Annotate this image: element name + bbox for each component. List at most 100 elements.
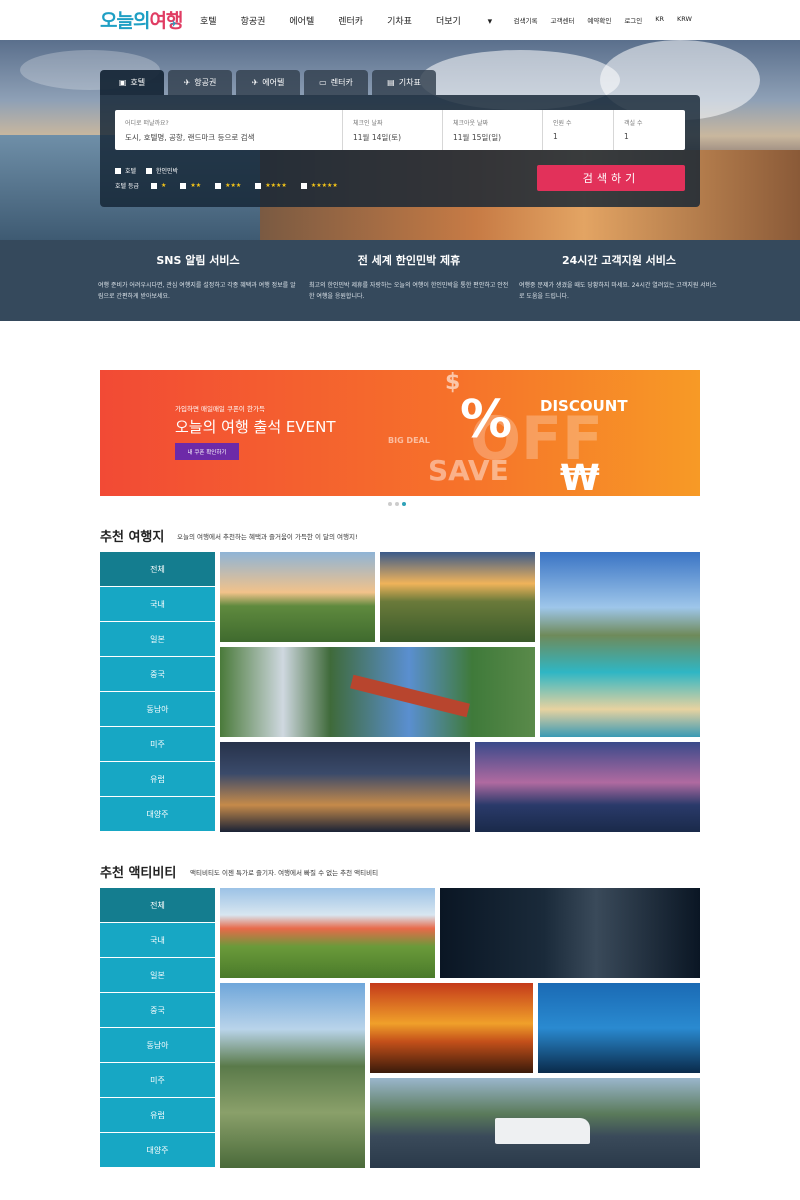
checkout-field[interactable]: 체크아웃 날짜 11월 15일(일) [443,110,543,150]
grade-row: 호텔 등급 ★ ★★ ★★★ ★★★★ ★★★★★ [115,181,352,190]
tab-hotel[interactable]: ▣ 호텔 [100,70,164,95]
activity-photo[interactable] [370,983,533,1073]
service-desc: 여행중 문제가 생겼을 때도 당황하지 마세요. 24시간 열려있는 고객지원 … [519,282,717,300]
checkbox[interactable] [255,182,262,189]
field-label: 체크인 날짜 [353,120,383,127]
dollar-icon: $ [445,370,461,395]
category-oceania[interactable]: 대양주 [100,1133,215,1168]
checkbox[interactable] [215,182,222,189]
tab-label: 항공권 [194,78,217,87]
logo-part2: 여행 [149,10,183,32]
checkbox [146,167,152,174]
category-japan[interactable]: 일본 [100,622,215,657]
destination-photo[interactable] [475,742,700,832]
tab-label: 호텔 [130,78,146,87]
destination-photo[interactable] [220,647,535,737]
destination-photo[interactable] [380,552,535,642]
tab-label: 렌터카 [330,78,353,87]
tab-flight[interactable]: ✈ 항공권 [168,70,232,95]
check-label: 호텔 [125,168,137,175]
search-tabs: ▣ 호텔 ✈ 항공권 ✈ 에어텔 ▭ 렌터카 ▤ 기차표 [100,70,440,95]
checkbox[interactable] [180,182,187,189]
category-europe[interactable]: 유럽 [100,1098,215,1133]
star-5: ★★★★★ [310,182,338,189]
category-southeast-asia[interactable]: 동남아 [100,692,215,727]
service-item: 전 세계 한인민박 제휴 최고의 한인민박 제휴를 자랑하는 오늘의 여행이 한… [309,252,509,302]
destination-categories: 전체 국내 일본 중국 동남아 미주 유럽 대양주 [100,552,215,832]
airtel-icon: ✈ [251,78,259,87]
category-all[interactable]: 전체 [100,552,215,587]
nav-rentcar[interactable]: 렌터카 [338,14,363,27]
field-value: 도시, 호텔명, 공항, 랜드마크 등으로 검색 [125,133,255,142]
category-southeast-asia[interactable]: 동남아 [100,1028,215,1063]
nav-train[interactable]: 기차표 [387,14,412,27]
category-domestic[interactable]: 국내 [100,923,215,958]
util-currency[interactable]: KRW [677,15,692,25]
guests-field[interactable]: 인원 수 1 [543,110,614,150]
search-button[interactable]: 검색하기 [537,165,685,191]
util-support[interactable]: 고객센터 [550,15,574,25]
percent-icon: % [460,390,513,450]
destination-photo[interactable] [220,552,375,642]
star-4: ★★★★ [265,182,287,189]
nav-airtel[interactable]: 에어텔 [289,14,314,27]
check-hotel[interactable]: 호텔 [115,166,136,175]
coupon-button[interactable]: 내 쿠폰 확인하기 [175,443,239,460]
category-all[interactable]: 전체 [100,888,215,923]
service-strip: SNS 알림 서비스 여행 준비가 어려우시다면, 관심 여행지를 설정하고 각… [0,240,800,321]
category-oceania[interactable]: 대양주 [100,797,215,832]
event-banner[interactable]: 가입하면 매일매일 쿠폰이 한가득 오늘의 여행 출석 EVENT 내 쿠폰 확… [100,370,700,496]
service-title: SNS 알림 서비스 [156,254,240,267]
destinations-title: 추천 여행지 [100,530,165,545]
checkbox[interactable] [300,182,307,189]
checkin-field[interactable]: 체크인 날짜 11월 14일(토) [343,110,443,150]
util-language[interactable]: KR [655,15,664,25]
utility-menu: 검색기록 고객센터 예약확인 로그인 KR KRW [501,15,692,25]
category-domestic[interactable]: 국내 [100,587,215,622]
activity-photo[interactable] [538,983,700,1073]
category-americas[interactable]: 미주 [100,727,215,762]
nav-hotel[interactable]: 호텔 [200,14,217,27]
activity-photo[interactable] [370,1078,700,1168]
nav-flight[interactable]: 항공권 [241,14,266,27]
category-europe[interactable]: 유럽 [100,762,215,797]
activity-photo[interactable] [220,888,435,978]
carousel-dot-active[interactable] [402,502,406,506]
logo-part1: 오늘의 [100,10,150,32]
activity-categories: 전체 국내 일본 중국 동남아 미주 유럽 대양주 [100,888,215,1168]
nav-more-label: 더보기 [435,17,461,27]
destination-photo[interactable] [540,552,700,737]
destination-field[interactable]: 어디로 떠날까요? 도시, 호텔명, 공항, 랜드마크 등으로 검색 [115,110,343,150]
destination-photo[interactable] [220,742,470,832]
star-3: ★★★ [225,182,242,189]
plane-icon: ✈ [170,20,177,30]
carousel-dot[interactable] [388,502,392,506]
util-booking[interactable]: 예약확인 [587,15,611,25]
category-china[interactable]: 중국 [100,993,215,1028]
field-label: 체크아웃 날짜 [453,120,489,127]
category-japan[interactable]: 일본 [100,958,215,993]
deco-bigdeal: BIG DEAL [388,436,430,445]
util-login[interactable]: 로그인 [624,15,642,25]
tab-train[interactable]: ▤ 기차표 [372,70,436,95]
service-title: 24시간 고객지원 서비스 [561,254,677,267]
check-minbak[interactable]: 한인민박 [146,166,178,175]
tab-rentcar[interactable]: ▭ 렌터카 [304,70,368,95]
site-logo[interactable]: 오늘의여행 ✈ [100,6,183,33]
bed-icon: ▣ [118,78,127,87]
activity-photo[interactable] [440,888,700,978]
category-china[interactable]: 중국 [100,657,215,692]
checkbox[interactable] [151,182,157,189]
util-history[interactable]: 검색기록 [514,15,538,25]
activity-photo[interactable] [220,983,365,1168]
tab-airtel[interactable]: ✈ 에어텔 [236,70,300,95]
field-value: 1 [624,132,629,141]
field-value: 1 [553,132,558,141]
star-1: ★ [161,182,167,189]
category-americas[interactable]: 미주 [100,1063,215,1098]
carousel-dot[interactable] [395,502,399,506]
activities-desc: 액티비티도 이젠 특가로 즐기자. 여행에서 빠질 수 없는 추천 액티비티 [190,869,379,877]
boat-shape [495,1118,590,1144]
rooms-field[interactable]: 객실 수 1 [614,110,685,150]
field-value: 11월 14일(토) [353,133,402,142]
